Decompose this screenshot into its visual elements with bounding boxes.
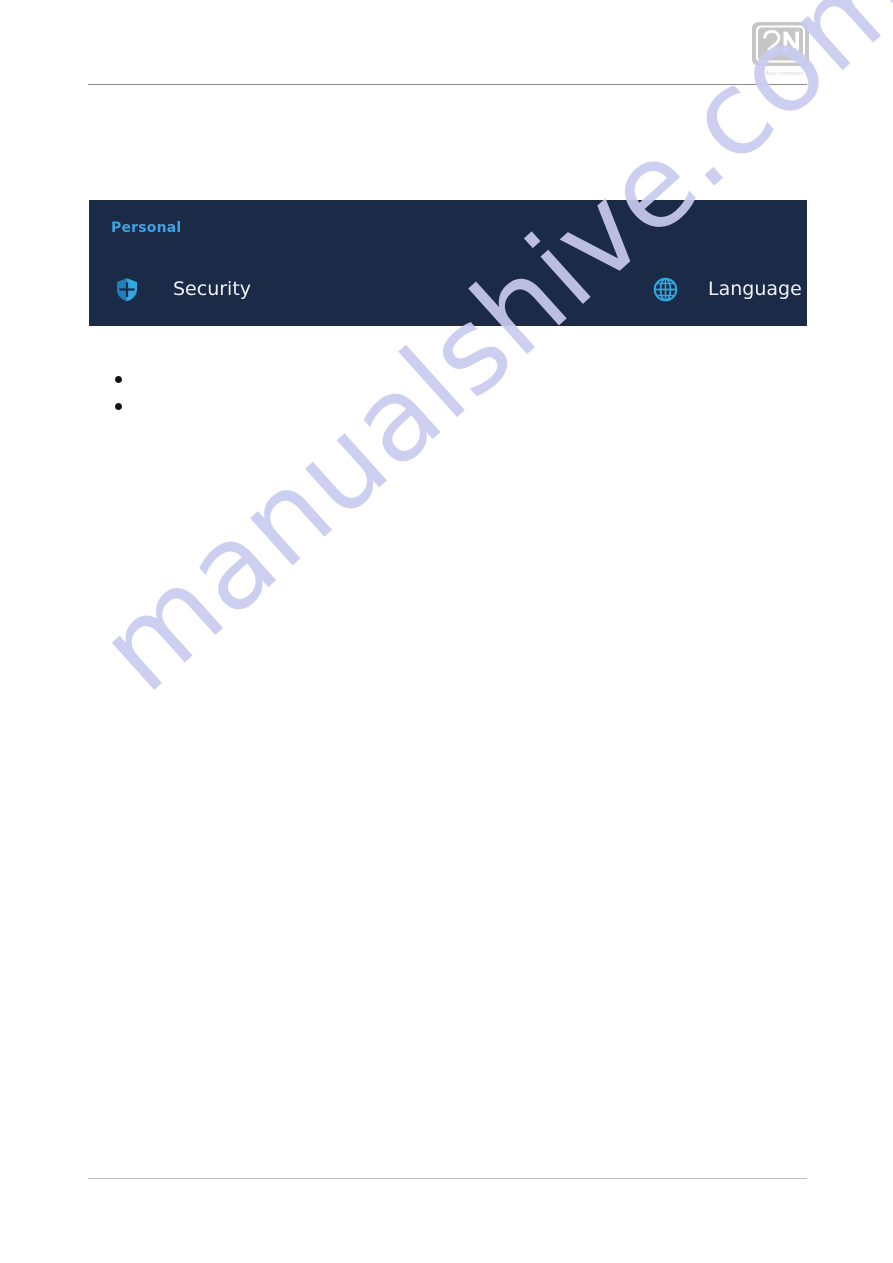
list-item [88,393,788,420]
bullet-list [88,366,788,420]
list-item [88,366,788,393]
brand-tagline: An Axis company [756,71,804,77]
settings-item-language[interactable]: Language & [652,272,807,306]
globe-icon [652,276,678,302]
settings-item-security[interactable]: Security [114,272,251,306]
document-page: An Axis company Personal Security Langua… [0,0,893,1263]
section-title-personal: Personal [111,220,182,236]
watermark-layer: manualshive.com [0,0,893,1263]
watermark-text: manualshive.com [74,0,893,718]
settings-item-label: Security [173,278,252,300]
footer-divider [88,1178,807,1179]
header-divider [88,84,807,85]
settings-item-label: Language & [708,278,807,300]
brand-logo: An Axis company [748,22,812,77]
shield-icon [114,276,140,302]
2n-logo-mark [752,22,809,66]
settings-panel: Personal Security Language [89,200,807,326]
